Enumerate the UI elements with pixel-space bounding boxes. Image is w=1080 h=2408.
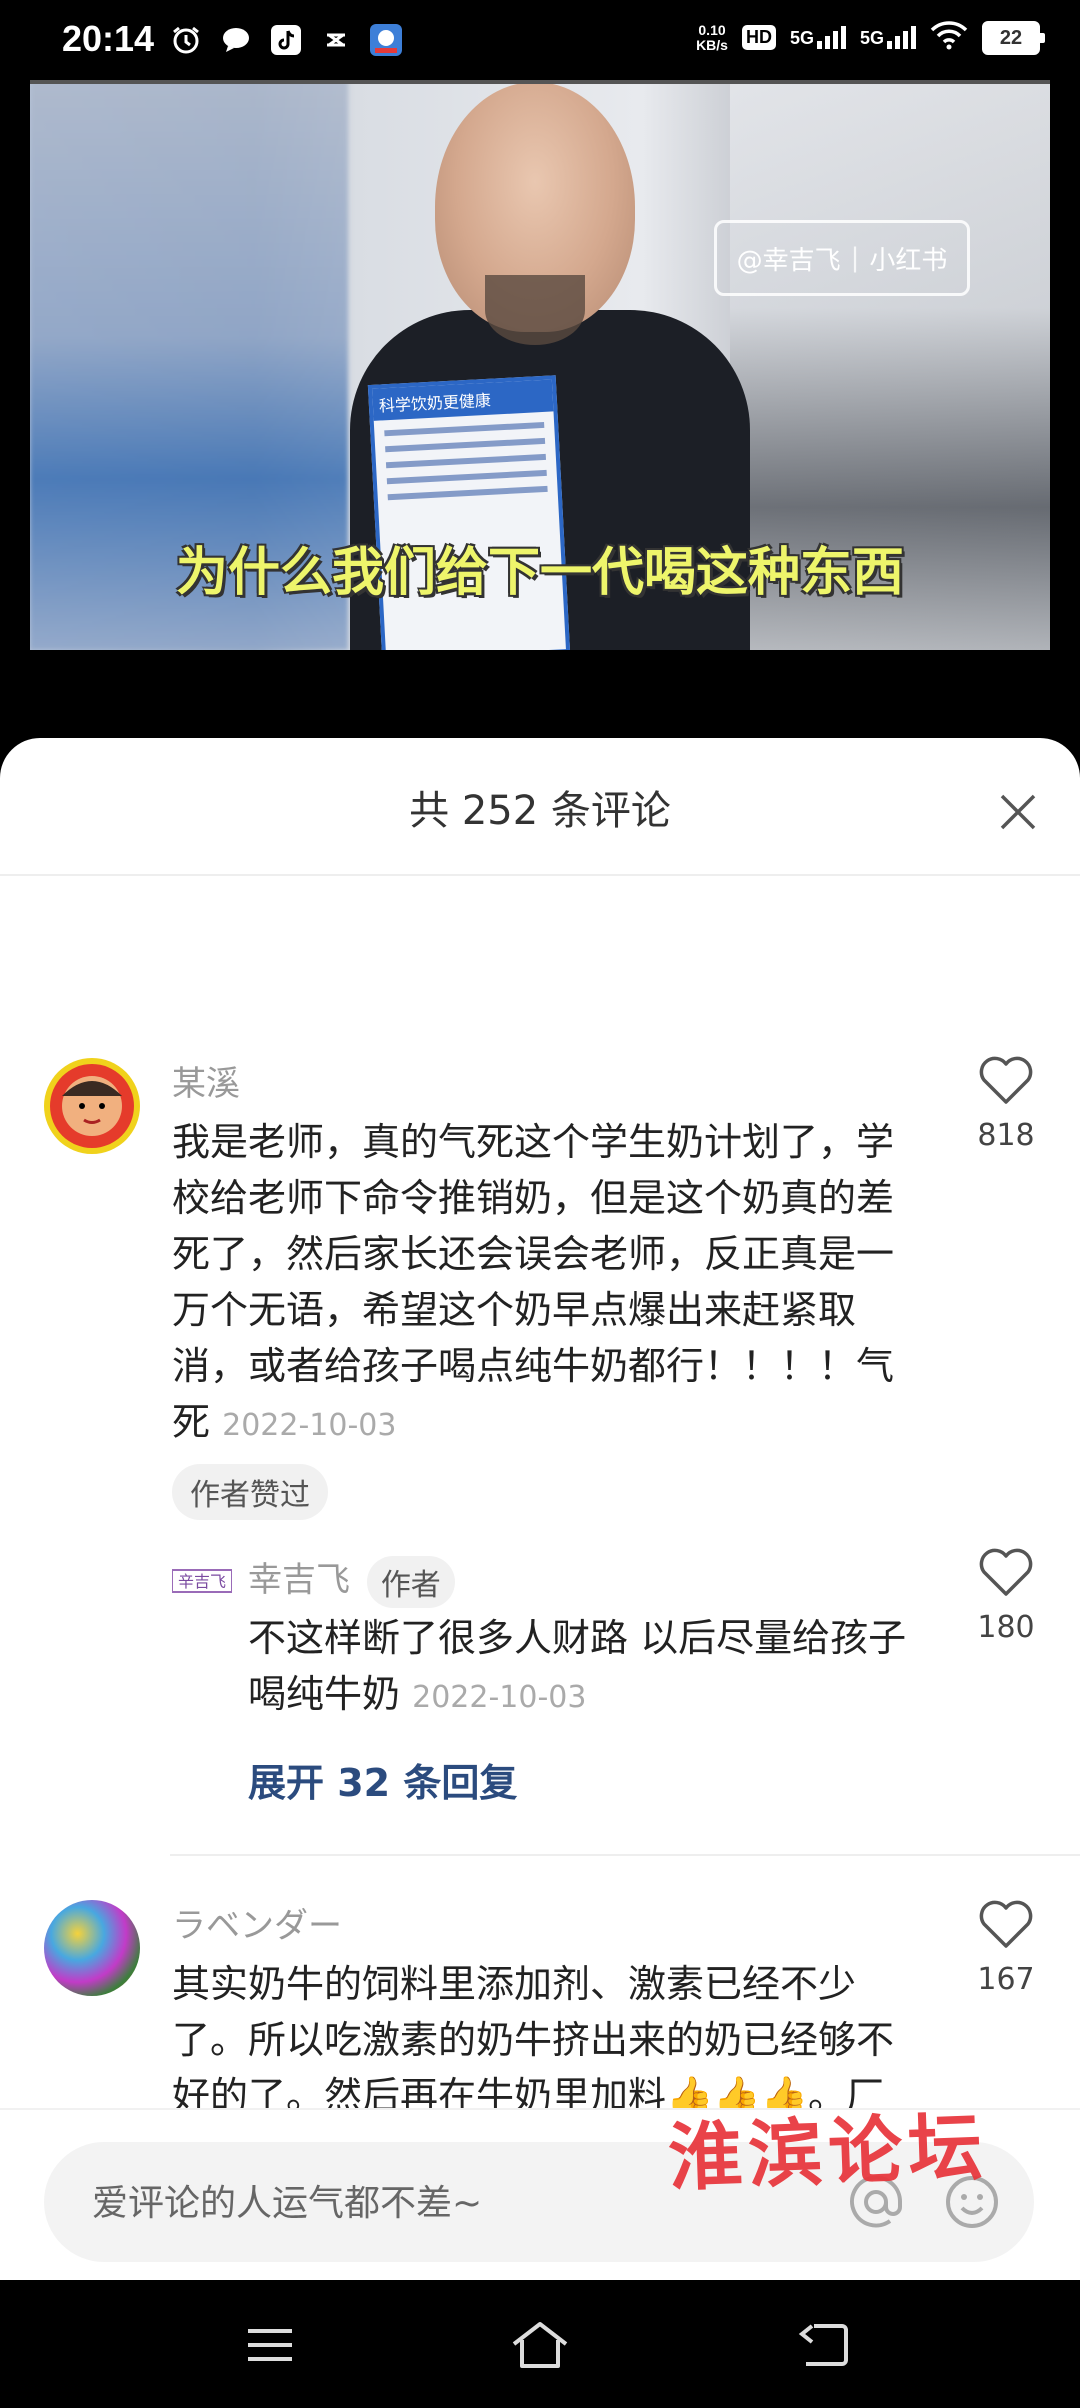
video-top-divider	[30, 80, 1050, 84]
reply-body[interactable]: 不这样断了很多人财路 以后尽量给孩子喝纯牛奶 2022-10-03	[248, 1610, 908, 1726]
carton-header: 科学饮奶更健康	[372, 379, 554, 421]
signal-2-label: 5G	[859, 28, 884, 48]
status-time: 20:14	[62, 18, 155, 59]
reply-like-button[interactable]: 180	[966, 1548, 1046, 1645]
like-count: 167	[977, 1962, 1035, 1997]
avatar[interactable]	[44, 1900, 140, 1996]
site-watermark: 淮滨论坛	[666, 2104, 990, 2202]
battery-indicator: 22	[982, 20, 1045, 55]
comments-header: 共 252 条评论	[0, 738, 1080, 876]
reply-avatar[interactable]: 辛吉飞	[171, 1550, 233, 1610]
system-nav-bar	[0, 2282, 1080, 2408]
author-badge: 作者	[366, 1555, 455, 1608]
net-speed-unit: KB/s	[696, 36, 728, 53]
video-watermark: @幸吉飞 | 小红书	[714, 220, 970, 296]
like-button[interactable]: 167	[966, 1900, 1046, 1997]
heart-icon	[979, 1056, 1033, 1104]
liked-by-author-tag: 作者赞过	[172, 1464, 328, 1520]
heart-icon	[979, 1900, 1033, 1948]
liked-by-author-tag-wrap: 作者赞过	[172, 1464, 328, 1520]
menu-button[interactable]	[240, 2320, 300, 2370]
comments-title: 共 252 条评论	[409, 788, 671, 834]
home-icon	[512, 2322, 568, 2368]
tiktok-icon	[270, 24, 302, 56]
milk-carton: 科学饮奶更健康	[367, 375, 571, 650]
svg-text:辛吉飞: 辛吉飞	[178, 1572, 226, 1591]
reply-date: 2022-10-03	[412, 1680, 587, 1715]
status-notification-icons	[170, 24, 402, 56]
back-button[interactable]	[794, 2320, 854, 2370]
hd-badge: HD	[741, 25, 776, 50]
reply-author-name: 幸吉飞	[248, 1560, 350, 1600]
expand-replies-link[interactable]: 展开 32 条回复	[248, 1752, 517, 1807]
heart-icon	[979, 1548, 1033, 1596]
video-person-beard	[485, 275, 585, 345]
signal-bars-icon	[887, 26, 916, 49]
comment-body[interactable]: 我是老师，真的气死这个学生奶计划了，学校给老师下命令推销奶，但是这个奶真的差死了…	[172, 1114, 912, 1454]
avatar[interactable]	[44, 1058, 140, 1154]
app-icon	[320, 24, 352, 56]
video-subtitle: 为什么我们给下一代喝这种东西	[175, 543, 904, 603]
signal-1-label: 5G	[789, 28, 814, 48]
menu-icon	[248, 2329, 292, 2361]
comment-date: 2022-10-03	[222, 1408, 397, 1443]
comments-sheet: 共 252 条评论 某溪 我是老师，真的气死这个学生奶计划了，学校给老师下命令推…	[0, 738, 1080, 2280]
app-logo-icon	[370, 24, 402, 56]
comment-text: 我是老师，真的气死这个学生奶计划了，学校给老师下命令推销奶，但是这个奶真的差死了…	[172, 1120, 895, 1444]
video-player[interactable]: 科学饮奶更健康 @幸吉飞 | 小红书 为什么我们给下一代喝这种东西	[30, 80, 1050, 650]
close-button[interactable]	[990, 784, 1046, 840]
home-button[interactable]	[510, 2320, 570, 2370]
signal-bars-icon	[816, 26, 846, 49]
back-icon	[798, 2324, 848, 2366]
signal-2: 5G	[860, 26, 916, 49]
status-bar: 20:14 0.10 KB/s HD 5G 5G 22	[0, 0, 1080, 80]
reply-like-count: 180	[977, 1610, 1035, 1645]
comment-author[interactable]: ラベンダー	[172, 1898, 342, 1947]
alarm-icon	[170, 24, 202, 56]
status-right-icons: 0.10 KB/s HD 5G 5G 22	[696, 20, 1045, 55]
chat-bubble-icon	[220, 24, 252, 56]
net-speed-value: 0.10	[698, 21, 726, 38]
net-speed: 0.10 KB/s	[696, 21, 728, 53]
like-button[interactable]: 818	[966, 1056, 1046, 1153]
reply-author[interactable]: 幸吉飞 作者	[248, 1552, 455, 1608]
comment-separator	[170, 1854, 1080, 1856]
video-watermark-app: 小红书	[869, 245, 948, 276]
wifi-icon	[930, 20, 968, 55]
video-watermark-handle: @幸吉飞	[736, 245, 841, 276]
comment-author[interactable]: 某溪	[172, 1056, 240, 1105]
signal-1: 5G	[790, 26, 846, 49]
close-icon	[1000, 794, 1036, 830]
like-count: 818	[977, 1118, 1035, 1153]
